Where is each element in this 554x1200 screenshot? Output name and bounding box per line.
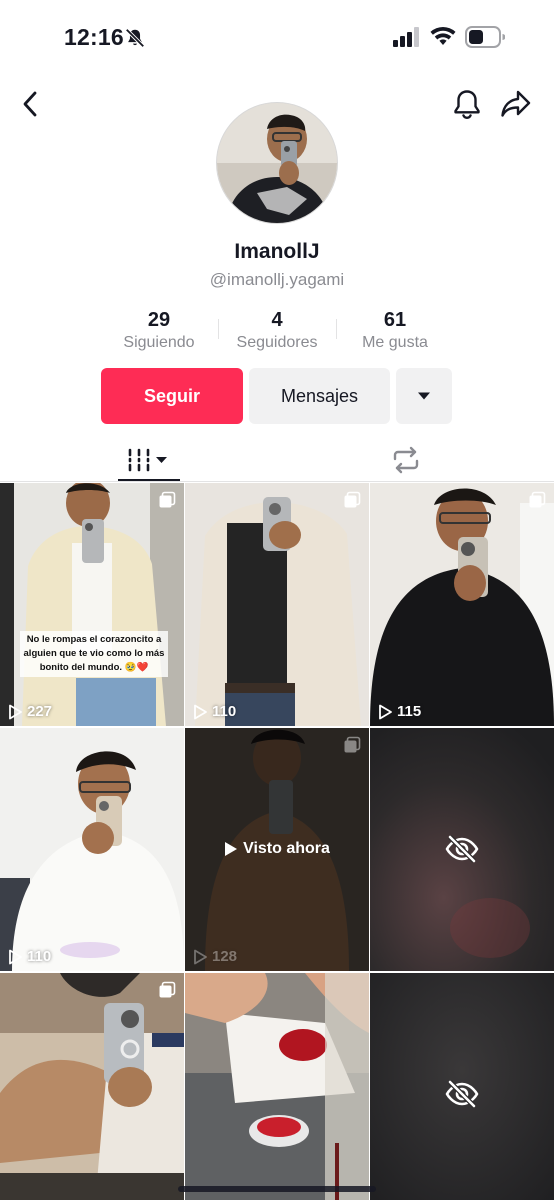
- status-bar: 12:16: [0, 0, 554, 76]
- tab-reposts[interactable]: [386, 440, 426, 480]
- bell-icon: [454, 90, 480, 120]
- play-outline-icon: [194, 704, 207, 719]
- video-tile[interactable]: Visto ahora 128: [185, 728, 369, 971]
- stat-following-label: Siguiendo: [123, 334, 195, 351]
- back-button[interactable]: [12, 86, 48, 122]
- status-time: 12:16: [64, 24, 124, 50]
- video-thumbnail: [0, 728, 184, 971]
- view-count-value: 115: [397, 703, 422, 720]
- avatar-photo: [217, 103, 337, 223]
- play-outline-icon: [379, 704, 392, 719]
- stat-followers-value: 4: [271, 309, 283, 331]
- stat-following-value: 29: [147, 309, 171, 331]
- view-count: 115: [378, 703, 421, 720]
- bell-slash-icon: [125, 28, 145, 48]
- stat-followers[interactable]: 4 Seguidores: [218, 307, 336, 355]
- video-tile[interactable]: 115: [370, 483, 554, 726]
- wifi-icon: [430, 27, 456, 45]
- video-tile[interactable]: No le rompas el corazoncito a alguien qu…: [0, 483, 184, 726]
- caret-down-icon: [418, 392, 430, 400]
- video-tile[interactable]: [0, 973, 184, 1200]
- video-thumbnail: [370, 483, 554, 726]
- watched-now-label: Visto ahora: [185, 840, 369, 858]
- eye-off-icon: [445, 835, 479, 863]
- battery-icon: [465, 26, 505, 48]
- view-count-value: 110: [212, 703, 237, 720]
- video-tile[interactable]: [185, 973, 369, 1200]
- message-button[interactable]: Mensajes: [249, 368, 390, 424]
- tab-videos[interactable]: [118, 440, 180, 481]
- content-tabs: [0, 432, 554, 482]
- video-tile-hidden[interactable]: [370, 728, 554, 971]
- cellular-signal-icon: [393, 27, 419, 47]
- video-grid: No le rompas el corazoncito a alguien qu…: [0, 483, 554, 1200]
- multi-photo-icon: [529, 491, 546, 508]
- play-icon: [225, 842, 238, 856]
- watched-now-text: Visto ahora: [243, 840, 330, 857]
- notification-button[interactable]: [449, 86, 485, 122]
- multi-photo-icon: [159, 491, 176, 508]
- videos-grid-icon: [128, 448, 167, 472]
- stat-likes-label: Me gusta: [362, 334, 428, 351]
- avatar[interactable]: [216, 102, 338, 224]
- play-outline-icon: [9, 704, 22, 719]
- video-thumbnail: [185, 973, 369, 1200]
- video-thumbnail: [0, 483, 184, 726]
- follow-button[interactable]: Seguir: [101, 368, 243, 424]
- play-outline-icon: [194, 949, 207, 964]
- stat-likes[interactable]: 61 Me gusta: [336, 307, 454, 355]
- chevron-left-icon: [23, 91, 37, 117]
- eye-off-icon: [445, 1080, 479, 1108]
- play-outline-icon: [9, 949, 22, 964]
- view-count-value: 227: [27, 703, 53, 720]
- stat-likes-value: 61: [383, 309, 407, 331]
- view-count: 110: [8, 948, 51, 965]
- share-button[interactable]: [498, 86, 534, 122]
- repost-icon: [393, 446, 419, 474]
- view-count: 128: [193, 948, 237, 965]
- view-count: 110: [193, 703, 236, 720]
- video-tile-hidden[interactable]: [370, 973, 554, 1200]
- video-thumbnail: [0, 973, 184, 1200]
- multi-photo-icon: [344, 736, 361, 753]
- stat-following[interactable]: 29 Siguiendo: [100, 307, 218, 355]
- video-tile[interactable]: 110: [0, 728, 184, 971]
- more-options-button[interactable]: [396, 368, 452, 424]
- video-caption: No le rompas el corazoncito a alguien qu…: [20, 631, 168, 677]
- view-count-value: 128: [212, 948, 238, 965]
- multi-photo-icon: [344, 491, 361, 508]
- video-thumbnail: [185, 483, 369, 726]
- share-arrow-icon: [501, 90, 531, 117]
- video-tile[interactable]: 110: [185, 483, 369, 726]
- view-count-value: 110: [27, 948, 52, 965]
- username: @imanollj.yagami: [209, 270, 345, 289]
- stat-followers-label: Seguidores: [236, 334, 318, 351]
- multi-photo-icon: [159, 981, 176, 998]
- home-indicator[interactable]: [178, 1186, 376, 1192]
- profile-stats: 29 Siguiendo 4 Seguidores 61 Me gusta: [100, 307, 454, 355]
- display-name: ImanollJ: [234, 240, 320, 263]
- view-count: 227: [8, 703, 52, 720]
